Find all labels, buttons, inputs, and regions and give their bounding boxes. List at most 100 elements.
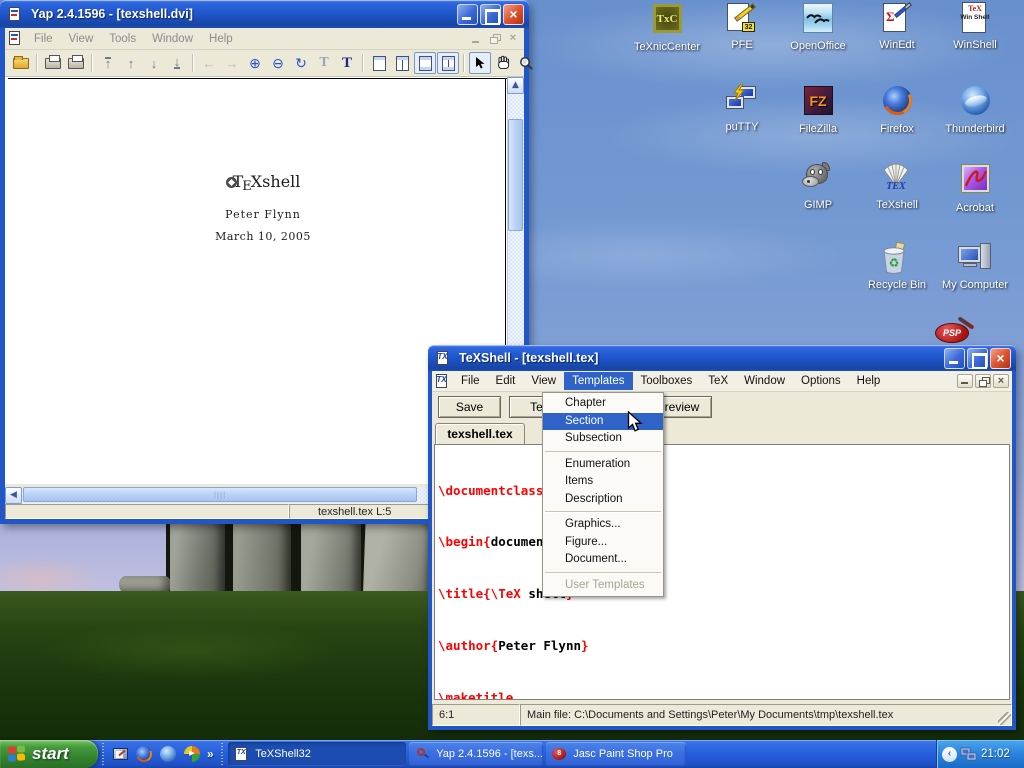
desktop-icon-filezilla[interactable]: FZ FileZilla: [781, 84, 855, 135]
menu-window[interactable]: Window: [736, 372, 793, 390]
minimize-button[interactable]: [457, 4, 478, 25]
mdi-close-icon[interactable]: ×: [993, 374, 1009, 388]
mdi-minimize-icon[interactable]: [469, 32, 485, 46]
close-button[interactable]: ×: [990, 348, 1011, 369]
desktop-icon-winshell[interactable]: TeXWin Shell WinShell: [938, 2, 1012, 51]
menu-view[interactable]: View: [523, 372, 564, 390]
menu-tex[interactable]: TeX: [700, 372, 736, 390]
yap-menu-tools[interactable]: Tools: [101, 31, 144, 47]
tab-texshell-tex[interactable]: texshell.tex: [435, 423, 525, 444]
desktop-icon-putty[interactable]: puTTY: [705, 84, 779, 133]
menu-item-subsection[interactable]: Subsection: [543, 430, 663, 448]
continuous-view-icon[interactable]: [414, 52, 436, 74]
zoom-in-icon[interactable]: ⊕: [244, 52, 266, 74]
menu-item-user-templates[interactable]: User Templates: [543, 577, 663, 595]
refresh-icon[interactable]: ↻: [290, 52, 312, 74]
desktop-icon-recycle-bin[interactable]: ♻ Recycle Bin: [860, 242, 934, 291]
menu-item-chapter[interactable]: Chapter: [543, 395, 663, 413]
desktop-icon-thunderbird[interactable]: Thunderbird: [938, 84, 1012, 135]
resize-grip[interactable]: [998, 712, 1011, 725]
next-page-icon[interactable]: ↓: [143, 52, 165, 74]
quicklaunch-overflow-chevron[interactable]: »: [207, 747, 214, 761]
mdi-restore-icon[interactable]: [487, 32, 503, 46]
text-mode-icon[interactable]: T: [336, 52, 358, 74]
code-editor[interactable]: \documentclass{article} \begin{document}…: [434, 444, 1010, 700]
show-desktop-icon[interactable]: [110, 744, 130, 764]
menu-item-section[interactable]: Section: [543, 413, 663, 431]
print-setup-icon[interactable]: [65, 52, 87, 74]
menu-item-document[interactable]: Document...: [543, 551, 663, 569]
vertical-scroll-thumb[interactable]: [508, 119, 523, 231]
magnifier-tool-icon[interactable]: [515, 52, 537, 74]
scroll-up-icon[interactable]: ▲: [507, 77, 524, 94]
menu-edit[interactable]: Edit: [488, 372, 524, 390]
desktop-icon-firefox[interactable]: Firefox: [860, 84, 934, 135]
texniccenter-icon: TxC: [653, 4, 682, 33]
start-button[interactable]: start: [0, 740, 98, 768]
previous-page-icon[interactable]: ↑: [120, 52, 142, 74]
desktop-icon-texniccenter[interactable]: TxC TeXnicCenter: [630, 2, 704, 53]
save-button[interactable]: Save: [438, 396, 501, 418]
forward-icon[interactable]: →: [221, 52, 243, 74]
code-line: \begin{document}: [438, 533, 1009, 550]
taskbar-button-yap[interactable]: Yap 2.4.1596 - [texs...: [409, 742, 543, 766]
double-page-view-icon[interactable]: [391, 52, 413, 74]
taskbar-button-texshell32[interactable]: TX TeXShell32: [228, 742, 406, 766]
desktop-icon-texshell[interactable]: TEX TeXshell: [860, 162, 934, 211]
texshell-titlebar[interactable]: TX TeXShell - [texshell.tex] ×: [428, 345, 1016, 371]
media-player-quicklaunch-icon[interactable]: ▶: [182, 744, 202, 764]
desktop-icon-winedt[interactable]: Σ WinEdt: [860, 2, 934, 51]
menu-toolboxes[interactable]: Toolboxes: [633, 372, 701, 390]
horizontal-scroll-thumb[interactable]: ||||: [23, 487, 417, 502]
continuous-double-view-icon[interactable]: [437, 52, 459, 74]
menu-templates[interactable]: Templates: [564, 372, 632, 390]
svg-text:TEX: TEX: [886, 181, 906, 192]
hand-tool-icon[interactable]: [492, 52, 514, 74]
last-page-icon[interactable]: ↓: [166, 52, 188, 74]
desktop-icon-paint-shop-pro[interactable]: PSP: [933, 321, 975, 345]
mdi-minimize-icon[interactable]: [957, 374, 973, 388]
yap-menu-file[interactable]: File: [26, 31, 61, 47]
yap-titlebar[interactable]: Yap 2.4.1596 - [texshell.dvi] ×: [0, 0, 529, 28]
select-tool-icon[interactable]: [469, 52, 491, 74]
ruler-text-icon[interactable]: T: [313, 52, 335, 74]
mdi-close-icon[interactable]: ×: [505, 32, 521, 46]
desktop-icon-openoffice[interactable]: OpenOffice: [781, 2, 855, 52]
texshell-statusbar: 6:1 Main file: C:\Documents and Settings…: [432, 704, 1012, 726]
taskbar-button-paint-shop-pro[interactable]: 8 Jasc Paint Shop Pro: [546, 742, 686, 766]
yap-menu-help[interactable]: Help: [201, 31, 241, 47]
network-status-icon[interactable]: [960, 747, 977, 762]
menu-item-enumeration[interactable]: Enumeration: [543, 456, 663, 474]
minimize-button[interactable]: [944, 348, 965, 369]
yap-menu-view[interactable]: View: [61, 31, 102, 47]
close-button[interactable]: ×: [503, 4, 524, 25]
menu-file[interactable]: File: [453, 372, 488, 390]
maximize-button[interactable]: [480, 4, 501, 25]
single-page-view-icon[interactable]: [368, 52, 390, 74]
back-icon[interactable]: ←: [198, 52, 220, 74]
desktop-icon-my-computer[interactable]: My Computer: [938, 242, 1012, 291]
menu-item-description[interactable]: Description: [543, 491, 663, 509]
tray-chevron-icon[interactable]: ‹: [942, 747, 957, 762]
desktop-icon-gimp[interactable]: GIMP: [781, 162, 855, 211]
menu-item-graphics[interactable]: Graphics...: [543, 516, 663, 534]
open-file-icon[interactable]: [10, 52, 32, 74]
yap-menu-window[interactable]: Window: [144, 31, 201, 47]
scroll-left-icon[interactable]: ◀: [5, 487, 22, 504]
maximize-button[interactable]: [967, 348, 988, 369]
texshell-logo-icon: [226, 177, 237, 188]
first-page-icon[interactable]: ↑: [97, 52, 119, 74]
menu-options[interactable]: Options: [793, 372, 849, 390]
menu-item-figure[interactable]: Figure...: [543, 534, 663, 552]
print-icon[interactable]: [42, 52, 64, 74]
desktop-icon-acrobat[interactable]: Acrobat: [938, 162, 1012, 214]
desktop-icon-pfe[interactable]: 32 PFE: [705, 2, 779, 51]
zoom-out-icon[interactable]: ⊖: [267, 52, 289, 74]
thunderbird-quicklaunch-icon[interactable]: [158, 744, 178, 764]
menu-help[interactable]: Help: [849, 372, 889, 390]
firefox-quicklaunch-icon[interactable]: [134, 744, 154, 764]
taskbar-clock[interactable]: 21:02: [981, 748, 1010, 760]
menu-item-items[interactable]: Items: [543, 473, 663, 491]
desktop-icon-label: OpenOffice: [781, 40, 855, 52]
mdi-restore-icon[interactable]: [975, 374, 991, 388]
